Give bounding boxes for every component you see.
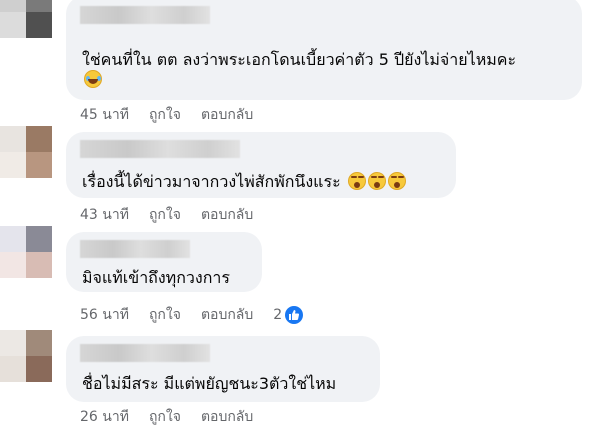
avatar[interactable] xyxy=(0,126,52,178)
reply-button[interactable]: ตอบกลับ xyxy=(201,304,253,326)
commenter-name-blurred[interactable] xyxy=(80,6,210,24)
like-button[interactable]: ถูกใจ xyxy=(149,204,181,226)
commenter-name-blurred[interactable] xyxy=(80,240,190,258)
like-button[interactable]: ถูกใจ xyxy=(149,406,181,428)
comment-actions: 43 นาที ถูกใจ ตอบกลับ xyxy=(80,204,253,226)
like-button[interactable]: ถูกใจ xyxy=(149,304,181,326)
comment-actions: 56 นาที ถูกใจ ตอบกลับ 2 xyxy=(80,304,304,326)
comment-bubble: มิจแท้เข้าถึงทุกวงการ xyxy=(66,232,262,292)
reply-button[interactable]: ตอบกลับ xyxy=(201,104,253,126)
yawn-icon xyxy=(387,172,406,190)
like-button[interactable]: ถูกใจ xyxy=(149,104,181,126)
timestamp[interactable]: 26 นาที xyxy=(80,406,129,428)
comment-text: มิจแท้เข้าถึงทุกวงการ xyxy=(82,268,230,287)
yawn-icon xyxy=(367,172,386,190)
reply-button[interactable]: ตอบกลับ xyxy=(201,406,253,428)
comment-text: ชื่อไม่มีสระ มีแต่พยัญชนะ3ตัวใช่ไหม xyxy=(82,374,337,393)
reaction-summary[interactable]: 2 xyxy=(273,306,304,324)
reaction-count: 2 xyxy=(273,307,283,323)
comment-text: เรื่องนี้ได้ข่าวมาจากวงไพ่สักพักนึงแระ xyxy=(82,172,341,191)
timestamp[interactable]: 43 นาที xyxy=(80,204,129,226)
avatar[interactable] xyxy=(0,0,52,38)
timestamp[interactable]: 56 นาที xyxy=(80,304,129,326)
laughing-tears-icon xyxy=(84,70,102,88)
comment-bubble: ใช่คนที่ใน ตต ลงว่าพระเอกโดนเบี้ยวค่าตัว… xyxy=(66,0,582,100)
comment-bubble: ชื่อไม่มีสระ มีแต่พยัญชนะ3ตัวใช่ไหม xyxy=(66,336,380,402)
comment-actions: 45 นาที ถูกใจ ตอบกลับ xyxy=(80,104,253,126)
comment-text: ใช่คนที่ใน ตต ลงว่าพระเอกโดนเบี้ยวค่าตัว… xyxy=(82,50,517,69)
comment-bubble: เรื่องนี้ได้ข่าวมาจากวงไพ่สักพักนึงแระ xyxy=(66,132,456,198)
yawn-icon xyxy=(347,172,366,190)
reply-button[interactable]: ตอบกลับ xyxy=(201,204,253,226)
commenter-name-blurred[interactable] xyxy=(80,140,240,158)
avatar[interactable] xyxy=(0,226,52,278)
comment-actions: 26 นาที ถูกใจ ตอบกลับ xyxy=(80,406,253,428)
like-icon xyxy=(285,306,304,324)
avatar[interactable] xyxy=(0,330,52,382)
commenter-name-blurred[interactable] xyxy=(80,344,210,362)
timestamp[interactable]: 45 นาที xyxy=(80,104,129,126)
